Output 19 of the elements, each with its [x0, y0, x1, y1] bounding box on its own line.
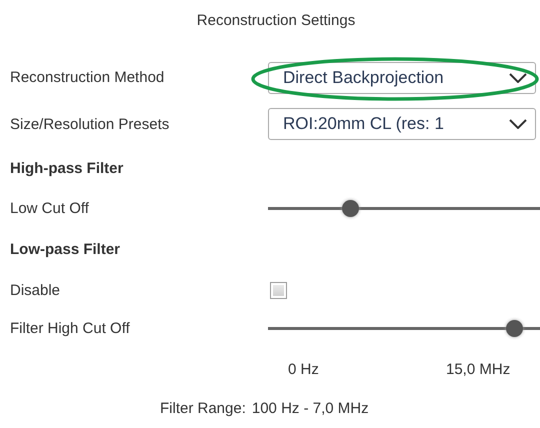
slider-thumb[interactable]: [342, 200, 360, 218]
chevron-icon: [509, 72, 527, 83]
presets-dropdown[interactable]: ROI:20mm CL (res: 1: [268, 108, 536, 140]
method-dropdown[interactable]: Direct Backprojection: [268, 62, 536, 94]
window-title: Reconstruction Settings: [196, 12, 356, 31]
field-label: Size/Resolution Presets: [10, 116, 170, 133]
range-label: 0 Hz: [288, 361, 320, 378]
filter-range-value: 100 Hz - 7,0 MHz: [252, 400, 369, 418]
filter-range-label: Filter Range:: [160, 400, 246, 418]
chevron-icon: [509, 119, 527, 130]
section-heading: Low-pass Filter: [10, 240, 120, 258]
range-label: 15,0 MHz: [446, 361, 510, 378]
field-label: Low Cut Off: [10, 200, 90, 218]
slider-thumb[interactable]: [506, 320, 524, 338]
section-heading: High-pass Filter: [10, 160, 124, 178]
field-label: Filter High Cut Off: [10, 320, 131, 338]
field-label: Reconstruction Method: [10, 69, 166, 86]
field-label: Disable: [10, 282, 62, 299]
checkbox[interactable]: [270, 282, 287, 299]
